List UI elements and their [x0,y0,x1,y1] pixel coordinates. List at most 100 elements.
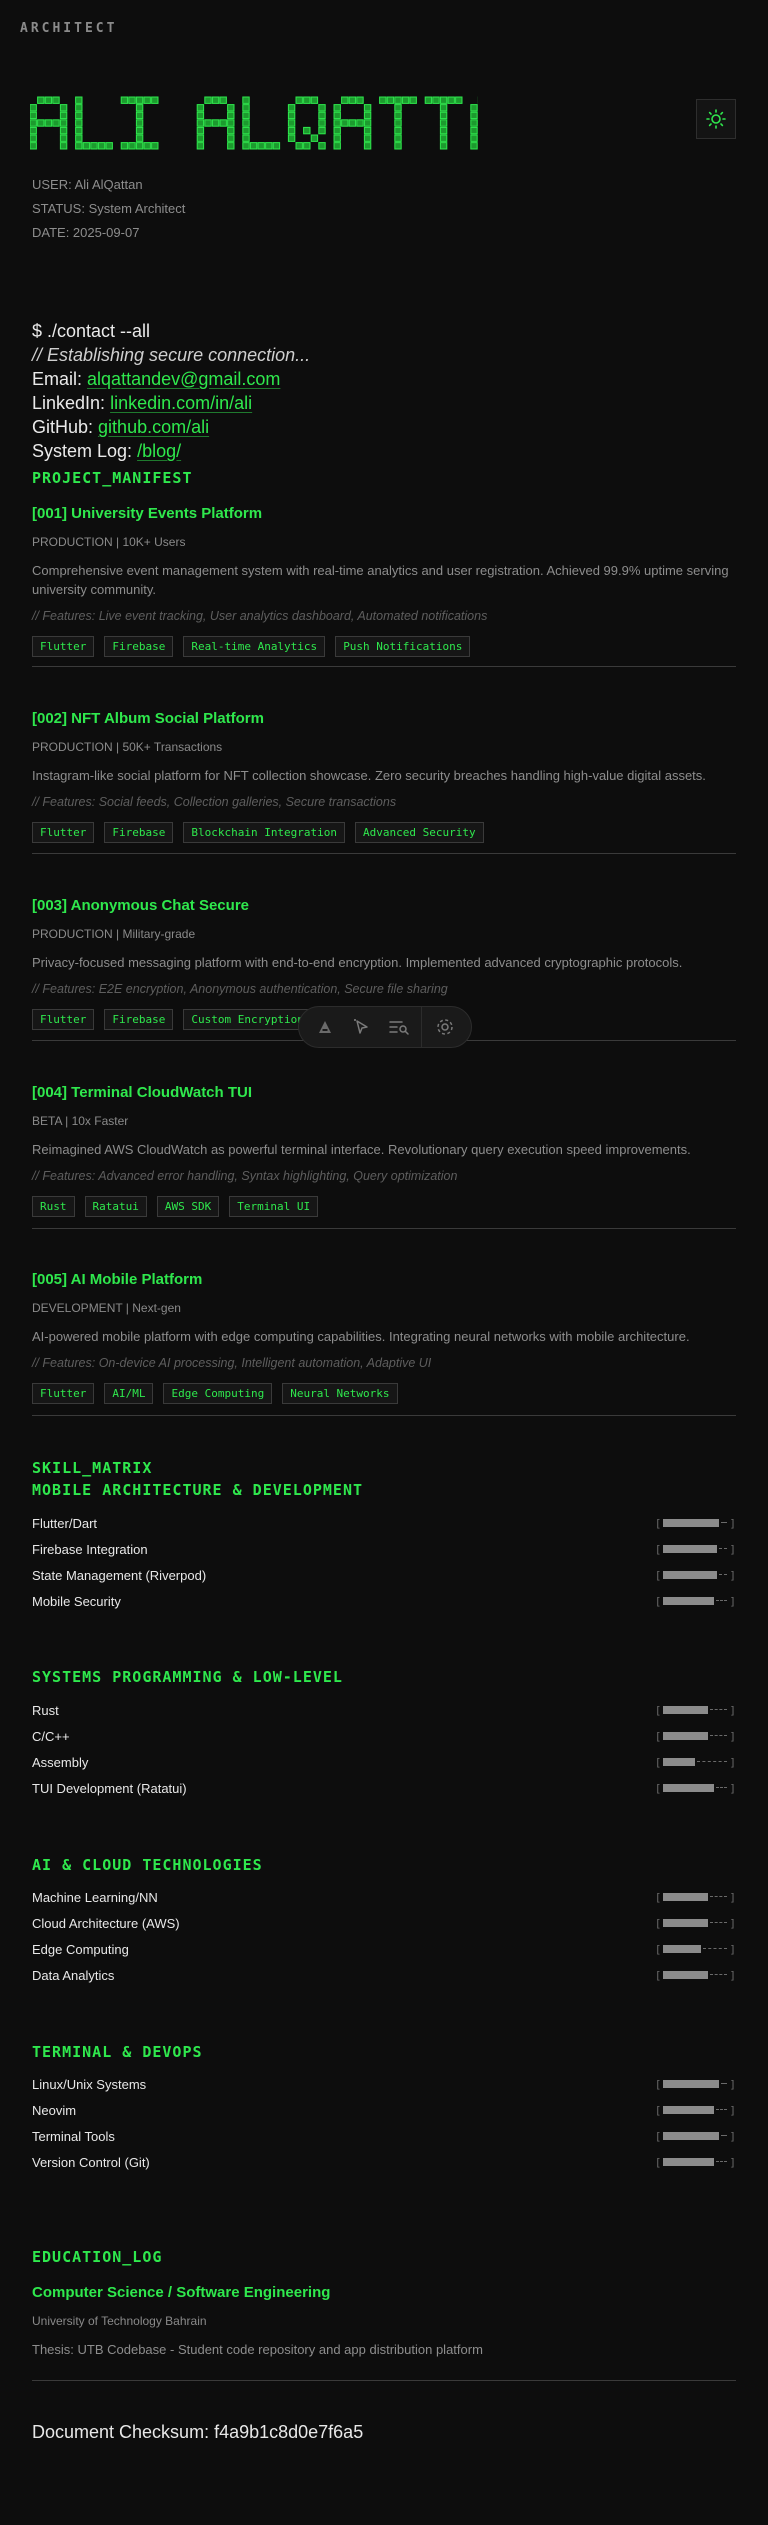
skill-level-bar: [] [654,1968,736,1982]
github-link[interactable]: github.com/ali [98,417,209,437]
project-description: Instagram-like social platform for NFT c… [32,768,706,783]
divider [32,2380,736,2381]
toolbar-settings-button[interactable] [426,1010,463,1044]
meta-status: STATUS: System Architect [32,201,186,216]
project-features: // Features: Social feeds, Collection ga… [32,795,397,809]
skill-group: Flutter/Dart[] Firebase Integration[] Stat… [32,1510,736,1614]
tag: Rust [32,1196,75,1217]
project-tags: Flutter Firebase Blockchain Integration … [32,822,736,843]
skill-row: C/C++ [] [32,1723,736,1749]
contact-github-row: GitHub: github.com/ali [32,416,310,440]
skill-level-fill [663,1971,709,1979]
tag: Neural Networks [282,1383,398,1404]
contact-linkedin-row: LinkedIn: linkedin.com/in/ali [32,392,310,416]
meta-date: DATE: 2025-09-07 [32,225,140,240]
tag: Custom Encryption [183,1009,312,1030]
tag: AI/ML [104,1383,154,1404]
projects-heading: PROJECT_MANIFEST [32,469,193,487]
skill-level-bar: [] [654,1755,736,1769]
skills-heading: SKILL_MATRIX [32,1459,153,1477]
toolbar-select-button[interactable] [344,1010,381,1044]
tag: Advanced Security [355,822,484,843]
email-link[interactable]: alqattandev@gmail.com [87,369,280,389]
toolbar-inspect-button[interactable] [381,1010,418,1044]
banner-letter [424,96,463,150]
project-meta: PRODUCTION | Military-grade [32,927,196,941]
skill-name: C/C++ [32,1728,70,1744]
list-search-icon [389,1021,409,1035]
log-label: System Log: [32,441,133,461]
document-checksum: Document Checksum: f4a9b1c8d0e7f6a5 [32,2422,364,2442]
linkedin-link[interactable]: linkedin.com/in/ali [110,393,252,413]
banner-letter [242,96,281,150]
skill-level-bar: [] [654,2155,736,2169]
degree-title: Computer Science / Software Engineering [32,2284,331,2301]
project-title[interactable]: [001] University Events Platform [32,505,736,525]
skill-level-bar: [] [654,1942,736,1956]
name-banner [30,96,478,152]
banner-letter [30,96,68,150]
project-card: [001] University Events Platform PRODUCT… [32,505,736,657]
skill-level-fill [663,1571,718,1579]
skill-level-fill [663,1545,718,1553]
skill-level-fill [663,2080,720,2088]
banner-letter [120,96,159,150]
skill-level-fill [663,1758,696,1766]
skill-level-fill [663,1919,709,1927]
theme-toggle-button[interactable] [696,99,736,139]
meta-user: USER: Ali AlQattan [32,177,143,192]
contact-block: $ ./contact --all // Establishing secure… [32,320,310,464]
skill-name: State Management (Riverpod) [32,1567,207,1583]
skill-row: Version Control (Git) [] [32,2149,736,2175]
project-description: Comprehensive event management system wi… [32,563,729,597]
tag: Blockchain Integration [183,822,346,843]
tag: Real-time Analytics [183,636,326,657]
project-title[interactable]: [005] AI Mobile Platform [32,1271,736,1291]
skill-group: Machine Learning/NN[] Cloud Architecture … [32,1884,736,1988]
toolbar-logo-button[interactable] [307,1010,344,1044]
divider [32,1228,736,1229]
skill-level-fill [663,1706,709,1714]
skill-level-bar: [] [654,2103,736,2117]
skill-level-bar: [] [654,1568,736,1582]
project-tags: Flutter Firebase Real-time Analytics Pus… [32,636,736,657]
brand-label: ARCHITECT [20,21,118,36]
skill-level-bar: [] [654,1729,736,1743]
skill-row: State Management (Riverpod) [] [32,1562,736,1588]
skill-level-bar: [] [654,1542,736,1556]
skill-row: Flutter/Dart [] [32,1510,736,1536]
tag: Ratatui [84,1196,147,1217]
skill-level-bar: [] [654,1703,736,1717]
skill-name: TUI Development (Ratatui) [32,1780,187,1796]
skill-level-fill [663,2132,720,2140]
banner-letter [333,96,372,150]
project-tags: Flutter AI/ML Edge Computing Neural Netw… [32,1383,736,1404]
skill-name: Terminal Tools [32,2128,115,2144]
project-title[interactable]: [002] NFT Album Social Platform [32,710,736,730]
tag: Edge Computing [163,1383,273,1404]
skill-level-bar: [] [654,1781,736,1795]
banner-letter [287,96,326,150]
skill-row: Rust [] [32,1697,736,1723]
project-features: // Features: Live event tracking, User a… [32,609,488,623]
blog-link[interactable]: /blog/ [137,441,181,461]
divider [32,1415,736,1416]
skill-name: Rust [32,1702,59,1718]
project-title[interactable]: [003] Anonymous Chat Secure [32,897,736,917]
project-tags: Rust Ratatui AWS SDK Terminal UI [32,1196,736,1217]
project-card: [004] Terminal CloudWatch TUI BETA | 10x… [32,1084,736,1217]
tag: Terminal UI [229,1196,319,1217]
school-name: University of Technology Bahrain [32,2314,207,2328]
skill-group: Linux/Unix Systems[] Neovim[] Terminal Too… [32,2071,736,2175]
skill-name: Mobile Security [32,1593,121,1609]
tag: Flutter [32,822,95,843]
project-features: // Features: On-device AI processing, In… [32,1356,432,1370]
toolbar-divider [421,1007,423,1047]
skill-row: Machine Learning/NN [] [32,1884,736,1910]
session-meta: USER: Ali AlQattan STATUS: System Archit… [32,176,185,248]
skill-group-title: TERMINAL & DEVOPS [32,2043,203,2061]
project-title[interactable]: [004] Terminal CloudWatch TUI [32,1084,736,1104]
skill-name: Linux/Unix Systems [32,2076,147,2092]
banner-letter [470,96,478,150]
contact-log-row: System Log: /blog/ [32,440,310,464]
